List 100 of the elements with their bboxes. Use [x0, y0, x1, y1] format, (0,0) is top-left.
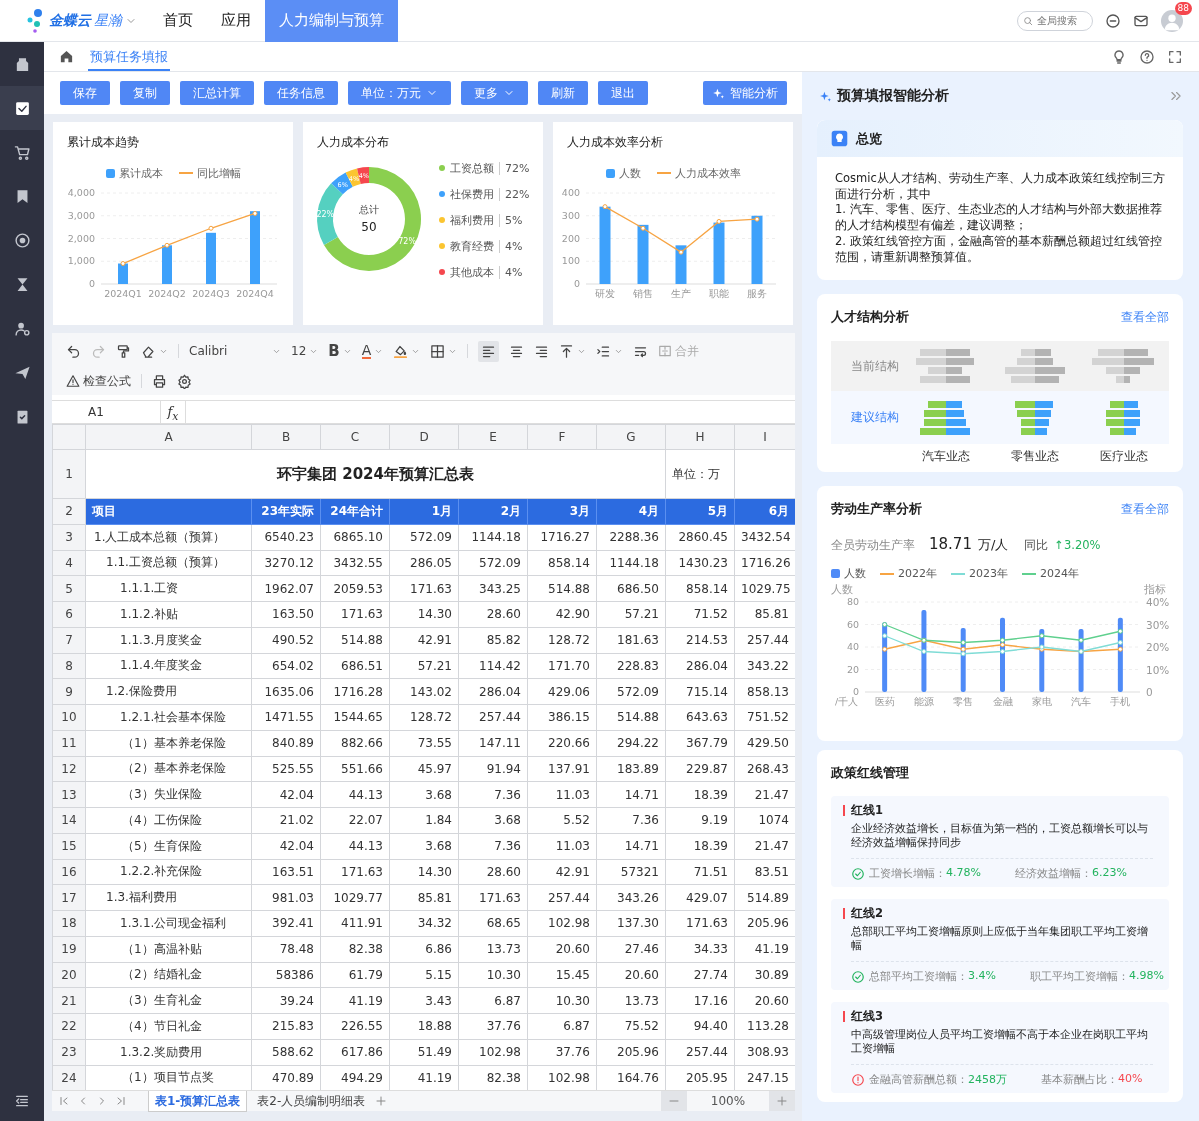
menu-collapse-icon[interactable]	[14, 1093, 30, 1109]
table-cell: 37.76	[458, 1013, 528, 1040]
row-number: 9	[52, 678, 86, 705]
lightbulb-icon[interactable]	[1111, 48, 1127, 65]
axis-label: 销售	[633, 288, 653, 299]
column-header: E	[458, 424, 528, 450]
help-icon[interactable]	[1139, 48, 1155, 65]
table-cell: 6865.10	[320, 524, 390, 550]
table-cell: 1635.06	[251, 678, 321, 705]
align-top-icon[interactable]	[559, 343, 575, 359]
table-cell: 617.86	[320, 1039, 390, 1065]
dropdown-button[interactable]: 更多	[461, 81, 528, 105]
table-cell: 257.44	[527, 884, 597, 911]
function-button[interactable]: f$_{x}$	[160, 401, 186, 423]
toolbar-button[interactable]: 复制	[120, 81, 170, 105]
borders-icon[interactable]	[430, 343, 446, 359]
dropdown-button[interactable]: 单位：万元	[348, 81, 451, 105]
axis-label: 20%	[1146, 641, 1170, 653]
font-size-select[interactable]: 12	[291, 344, 319, 358]
table-cell: 85.82	[458, 627, 528, 653]
font-color-button[interactable]: A	[361, 343, 372, 359]
align-button[interactable]	[509, 343, 525, 359]
warning-icon	[66, 374, 80, 388]
table-cell: （5）生育保险	[85, 833, 252, 859]
table-cell: 5.52	[527, 807, 597, 834]
table-cell: 102.98	[458, 1039, 528, 1065]
column-header: I	[734, 424, 795, 450]
format-painter-icon[interactable]	[116, 343, 131, 359]
table-cell: 39.24	[251, 987, 321, 1014]
brand-name: 金蝶云	[49, 11, 91, 30]
bold-button[interactable]: B	[328, 342, 340, 360]
chart-bar	[162, 245, 172, 284]
table-cell: 858.14	[527, 550, 597, 576]
redline-title: 红线3	[851, 1009, 883, 1024]
toolbar-button[interactable]: 汇总计算	[180, 81, 254, 105]
toolbar-button[interactable]: 退出	[598, 81, 648, 105]
ai-analysis-button[interactable]: 智能分析	[703, 81, 787, 105]
align-button[interactable]	[478, 340, 500, 362]
view-all-link[interactable]: 查看全部	[1121, 501, 1169, 517]
sidebar-item[interactable]	[0, 86, 44, 130]
toolbar-button[interactable]: 刷新	[538, 81, 588, 105]
font-select[interactable]: Calibri	[189, 344, 281, 358]
table-cell: 137.91	[527, 756, 597, 782]
sheet-tab[interactable]: 表1-预算汇总表	[148, 1090, 248, 1112]
fullscreen-icon[interactable]	[1167, 48, 1183, 65]
column-heading: 项目	[85, 498, 252, 525]
eraser-icon[interactable]	[141, 343, 156, 359]
nav-tab[interactable]: 应用	[207, 0, 265, 42]
table-cell: 226.55	[320, 1013, 390, 1040]
table-cell: 128.72	[527, 627, 597, 653]
align-button[interactable]	[534, 343, 550, 359]
nav-tab[interactable]: 首页	[149, 0, 207, 42]
business-label: 零售业态	[1010, 448, 1060, 465]
undo-icon[interactable]	[66, 343, 81, 359]
nav-tab[interactable]: 人力编制与预算	[265, 0, 398, 42]
table-cell: 643.63	[665, 704, 735, 731]
print-icon[interactable]	[152, 373, 167, 389]
table-cell: 1.3.2.奖励费用	[85, 1039, 252, 1065]
check-formula-button[interactable]: 检查公式	[66, 372, 131, 390]
align-left-icon	[481, 343, 497, 359]
metric-value: 6.23%	[1091, 866, 1127, 881]
table-cell: 572.09	[389, 524, 459, 550]
business-label: 医疗业态	[1099, 448, 1150, 465]
table-cell: 14.30	[389, 859, 459, 885]
column-header: C	[320, 424, 390, 450]
settings-icon[interactable]	[177, 373, 192, 389]
row-number: 17	[52, 884, 86, 911]
avatar[interactable]	[1161, 9, 1183, 32]
alert-circle-icon	[851, 1072, 865, 1087]
axis-label: 60	[846, 618, 859, 630]
search-field[interactable]: 全局搜索	[1017, 10, 1093, 31]
table-cell: 91.94	[458, 756, 528, 782]
sparkle-icon	[712, 86, 725, 100]
table-cell: 37.76	[527, 1039, 597, 1065]
metric-label: 总部平均工资增幅：	[869, 969, 968, 984]
toolbar-button[interactable]: 任务信息	[264, 81, 338, 105]
product-name: 星瀚	[94, 11, 122, 30]
table-cell: 3270.12	[251, 550, 321, 576]
view-all-link[interactable]: 查看全部	[1121, 309, 1169, 325]
axis-label: 2024Q2	[148, 288, 186, 299]
home-icon[interactable]	[59, 49, 74, 64]
check-circle-icon	[851, 866, 865, 881]
table-cell: 137.30	[596, 910, 666, 937]
plus-icon	[776, 1095, 788, 1107]
table-cell: 686.50	[596, 575, 666, 602]
toolbar-button[interactable]: 保存	[60, 81, 110, 105]
table-cell: 18.39	[665, 781, 735, 808]
table-cell: 14.71	[596, 781, 666, 808]
table-cell: 57321	[596, 859, 666, 885]
table-cell: 6.87	[458, 987, 528, 1014]
fill-bucket-icon[interactable]	[393, 343, 409, 359]
axis-label: 1,000	[67, 255, 95, 267]
indent-icon[interactable]	[596, 343, 612, 359]
redline-description: 企业经济效益增长，目标值为第一档的，工资总额增长可以与经济效益增幅保持同步	[850, 822, 1149, 850]
lightbulb-icon	[831, 130, 848, 147]
panel-title: 预算填报智能分析	[837, 87, 949, 105]
row-number: 15	[52, 833, 86, 859]
sheet-tab[interactable]: 表2-人员编制明细表	[251, 1091, 372, 1111]
axis-title: 指标	[1144, 583, 1166, 595]
table-cell: 15.45	[527, 962, 597, 988]
